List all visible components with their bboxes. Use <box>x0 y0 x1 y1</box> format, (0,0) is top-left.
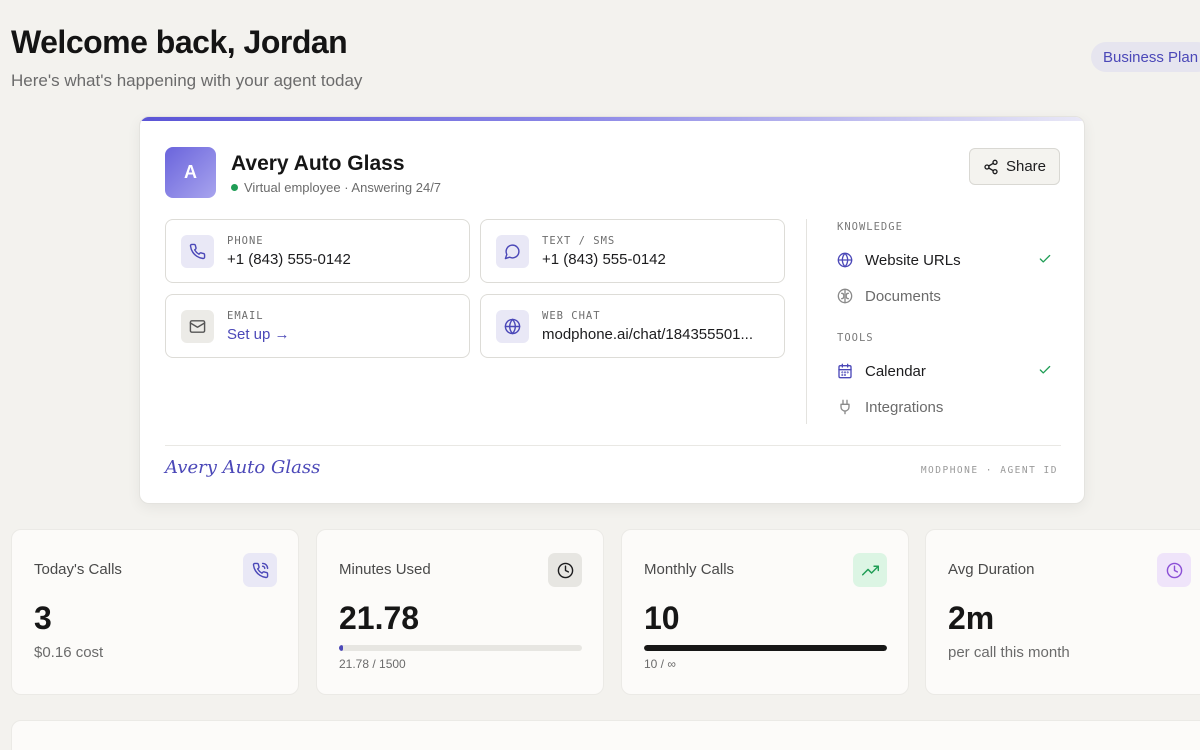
brain-icon <box>837 288 853 304</box>
agent-status-text: Virtual employee · Answering 24/7 <box>244 180 442 195</box>
phone-call-icon <box>243 553 277 587</box>
minutes-progress-bar <box>339 645 582 651</box>
channel-sms[interactable]: TEXT / SMS +1 (843) 555-0142 <box>480 219 785 283</box>
knowledge-item-website-urls[interactable]: Website URLs <box>837 249 1052 271</box>
email-setup-link[interactable]: Set up → <box>227 326 290 343</box>
knowledge-item-label: Website URLs <box>865 251 961 269</box>
plug-icon <box>837 399 853 415</box>
agent-id-label: MODPHONE · AGENT ID <box>920 465 1058 476</box>
stat-title: Today's Calls <box>34 561 122 578</box>
check-icon <box>1039 254 1051 263</box>
tools-section-label: TOOLS <box>837 332 874 344</box>
chat-bubble-icon <box>496 235 529 268</box>
horizontal-divider <box>165 445 1061 446</box>
phone-icon <box>181 235 214 268</box>
channel-label: EMAIL <box>227 310 264 322</box>
progress-fill <box>339 645 343 651</box>
stat-progress-text: 10 / ∞ <box>644 657 676 671</box>
trending-up-icon <box>853 553 887 587</box>
channel-email[interactable]: EMAIL Set up → <box>165 294 470 358</box>
channel-phone[interactable]: PHONE +1 (843) 555-0142 <box>165 219 470 283</box>
calls-progress-bar <box>644 645 887 651</box>
stat-card-todays-calls: Today's Calls 3 $0.16 cost <box>11 529 299 695</box>
channel-label: WEB CHAT <box>542 310 601 322</box>
vertical-divider <box>806 219 807 424</box>
clock-icon <box>1157 553 1191 587</box>
progress-fill <box>644 645 887 651</box>
stat-subtext: per call this month <box>948 644 1070 661</box>
tool-item-calendar[interactable]: Calendar <box>837 360 1052 382</box>
tool-item-integrations[interactable]: Integrations <box>837 396 1052 418</box>
tool-item-label: Integrations <box>865 398 944 416</box>
page-title: Welcome back, Jordan <box>11 24 348 60</box>
calendar-icon <box>837 363 853 379</box>
stat-progress-text: 21.78 / 1500 <box>339 657 406 671</box>
webchat-url[interactable]: modphone.ai/chat/184355501... <box>542 326 753 343</box>
clock-icon <box>548 553 582 587</box>
stat-value: 21.78 <box>339 600 420 636</box>
agent-card: A Avery Auto Glass Virtual employee · An… <box>139 116 1085 504</box>
share-button[interactable]: Share <box>969 148 1060 185</box>
stat-card-minutes-used: Minutes Used 21.78 21.78 / 1500 <box>316 529 604 695</box>
stat-value: 2m <box>948 600 995 636</box>
recent-activity-panel <box>11 720 1200 750</box>
channel-label: PHONE <box>227 235 264 247</box>
plan-badge[interactable]: Business Plan <box>1091 42 1200 72</box>
stat-title: Monthly Calls <box>644 561 735 578</box>
agent-avatar: A <box>165 147 216 198</box>
channel-webchat[interactable]: WEB CHAT modphone.ai/chat/184355501... <box>480 294 785 358</box>
tool-item-label: Calendar <box>865 362 926 380</box>
page-subtitle: Here's what's happening with your agent … <box>11 71 363 90</box>
knowledge-item-label: Documents <box>865 287 941 305</box>
share-button-label: Share <box>1005 158 1047 175</box>
agent-name: Avery Auto Glass <box>231 152 405 175</box>
knowledge-section-label: KNOWLEDGE <box>837 221 903 233</box>
stat-value: 3 <box>34 600 52 636</box>
mail-icon <box>181 310 214 343</box>
agent-signature: Avery Auto Glass <box>165 457 321 478</box>
share-icon <box>984 159 998 174</box>
stat-card-monthly-calls: Monthly Calls 10 10 / ∞ <box>621 529 909 695</box>
stat-card-avg-duration: Avg Duration 2m per call this month <box>925 529 1200 695</box>
page-header: Welcome back, Jordan Here's what's happe… <box>11 24 362 91</box>
stat-title: Minutes Used <box>339 561 431 578</box>
stat-subtext: $0.16 cost <box>34 644 104 661</box>
card-accent-bar <box>140 117 1084 121</box>
knowledge-item-documents[interactable]: Documents <box>837 285 1052 307</box>
globe-icon <box>496 310 529 343</box>
channel-label: TEXT / SMS <box>542 235 616 247</box>
check-icon <box>1039 365 1051 374</box>
stat-value: 10 <box>644 600 680 636</box>
stat-title: Avg Duration <box>948 561 1035 578</box>
globe-icon <box>837 252 853 268</box>
agent-status: Virtual employee · Answering 24/7 <box>231 180 441 195</box>
channel-value: +1 (843) 555-0142 <box>542 251 666 268</box>
channel-value: +1 (843) 555-0142 <box>227 251 351 268</box>
status-dot <box>231 184 238 191</box>
